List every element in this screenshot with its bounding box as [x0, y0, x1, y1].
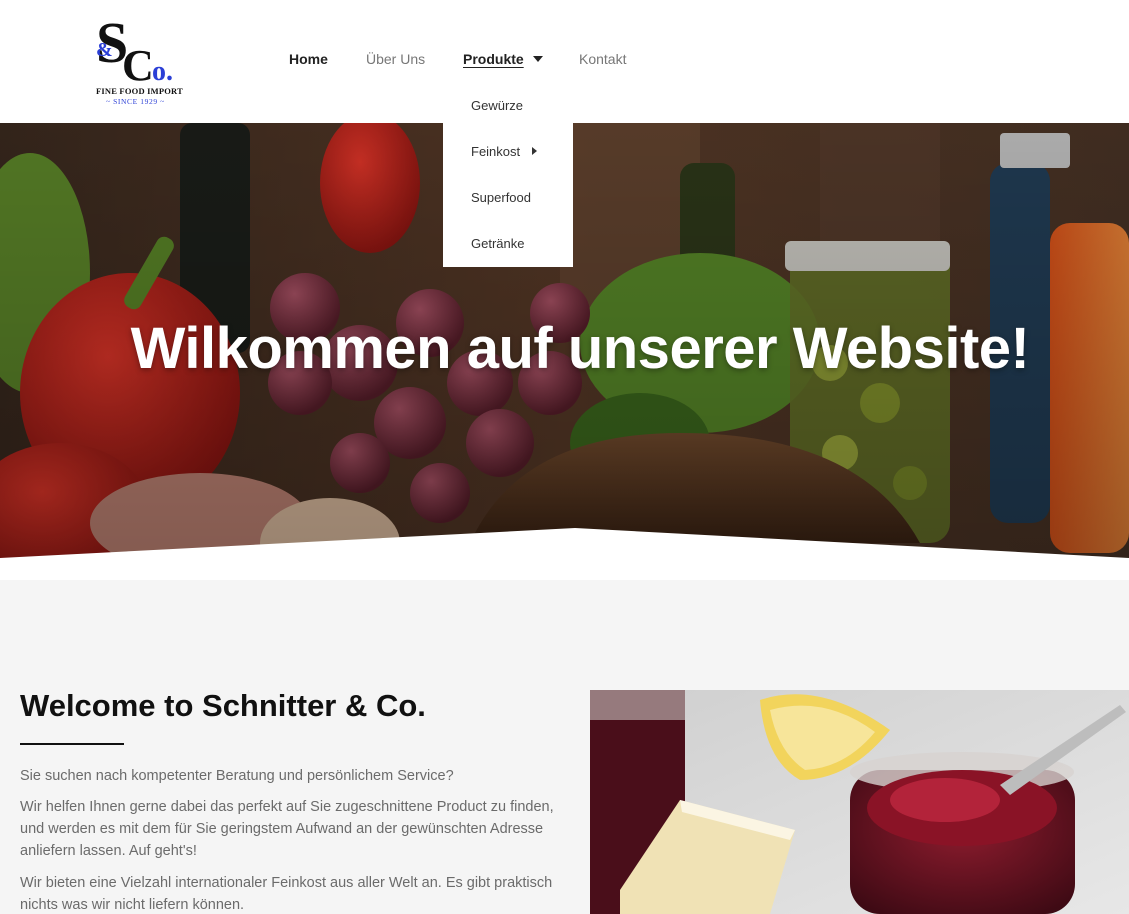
chevron-down-icon [532, 56, 543, 62]
nav-ueber-uns[interactable]: Über Uns [366, 48, 425, 70]
dropdown-item-superfood[interactable]: Superfood [471, 189, 531, 207]
logo[interactable]: S & C o. FINE FOOD IMPORT ~ SINCE 1929 ~ [94, 10, 188, 110]
nav-produkte-label: Produkte [463, 51, 524, 67]
dropdown-item-gewuerze[interactable]: Gewürze [471, 97, 523, 115]
dropdown-item-getraenke[interactable]: Getränke [471, 235, 524, 253]
produkte-dropdown: Gewürze Feinkost Superfood Getränke [443, 84, 573, 267]
dropdown-item-feinkost[interactable]: Feinkost [471, 143, 538, 161]
jam-jar-image [590, 690, 1129, 914]
logo-since: ~ SINCE 1929 ~ [106, 97, 165, 106]
welcome-title: Welcome to Schnitter & Co. [20, 688, 426, 723]
title-divider [20, 743, 124, 745]
dropdown-item-feinkost-label: Feinkost [471, 144, 521, 159]
logo-tagline: FINE FOOD IMPORT [96, 86, 183, 96]
jam-photo [590, 690, 1129, 914]
intro-paragraph-3: Wir bieten eine Vielzahl internationaler… [20, 875, 553, 913]
hero-title: Wilkommen auf unserer Website! [130, 316, 1030, 381]
nav-kontakt[interactable]: Kontakt [579, 48, 626, 70]
svg-text:o.: o. [152, 56, 173, 87]
welcome-section: Welcome to Schnitter & Co. Sie suchen na… [0, 580, 1129, 914]
intro-paragraph-2: Wir helfen Ihnen gerne dabei das perfekt… [20, 799, 554, 859]
chevron-right-icon [532, 147, 538, 155]
intro-paragraph-1: Sie suchen nach kompetenter Beratung und… [20, 768, 454, 784]
nav-produkte[interactable]: Produkte [463, 48, 543, 70]
nav-home[interactable]: Home [289, 48, 328, 70]
svg-text:&: & [96, 39, 113, 61]
svg-text:C: C [122, 41, 154, 90]
